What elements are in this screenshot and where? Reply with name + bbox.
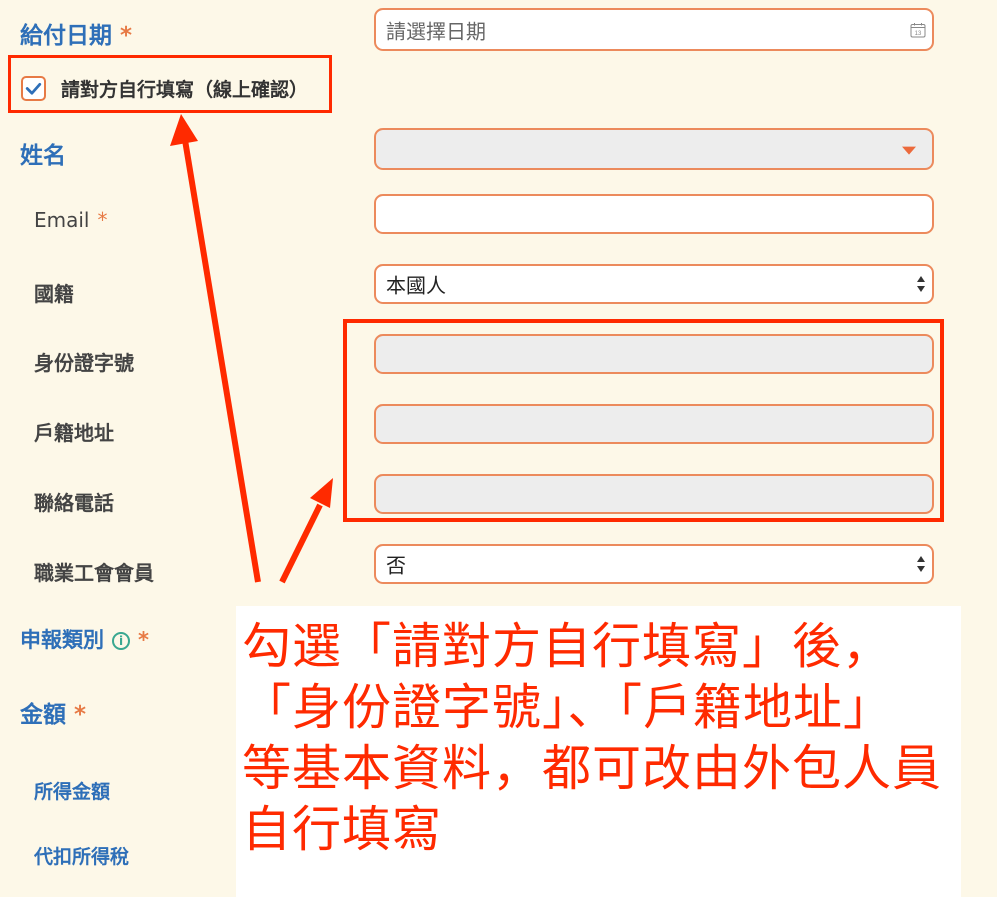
union-member-label: 職業工會會員 [34, 561, 154, 585]
annotation-text: 勾選「請對方自行填寫」後，「身份證字號」、「戶籍地址」等基本資料，都可改由外包人… [242, 618, 943, 858]
union-member-select[interactable]: 否 [374, 544, 934, 584]
select-spinner-icon [917, 556, 925, 572]
dropdown-arrow-icon [902, 146, 916, 155]
id-number-label: 身份證字號 [34, 351, 134, 375]
pay-date-input[interactable]: 請選擇日期 13 [374, 8, 934, 51]
withholding-tax-label: 代扣所得稅 [34, 846, 130, 868]
select-spinner-icon [917, 276, 925, 292]
name-label: 姓名 [20, 143, 66, 169]
email-input[interactable] [374, 194, 934, 234]
arrow-to-checkbox-line [182, 139, 261, 583]
email-label: Email * [34, 208, 108, 232]
address-label: 戶籍地址 [34, 421, 114, 445]
phone-label: 聯絡電話 [34, 491, 114, 515]
amount-label: 金額 * [20, 702, 87, 728]
self-fill-checkbox[interactable] [21, 76, 46, 101]
arrow-to-fields-head [310, 478, 333, 508]
arrow-to-checkbox-head [170, 114, 198, 146]
calendar-day: 13 [915, 31, 922, 37]
nationality-select[interactable]: 本國人 [374, 264, 934, 304]
basic-info-highlight [343, 319, 944, 522]
income-amount-label: 所得金額 [34, 781, 111, 803]
report-type-label: 申報類別 i * [20, 628, 149, 652]
check-icon [25, 82, 42, 95]
arrow-to-fields-line [279, 503, 323, 584]
nationality-value: 本國人 [386, 273, 446, 298]
self-fill-highlight: 請對方自行填寫（線上確認） [8, 55, 332, 113]
union-member-value: 否 [386, 553, 406, 578]
name-select[interactable] [374, 128, 934, 170]
pay-date-label: 給付日期 * [20, 23, 133, 49]
annotation-box: 勾選「請對方自行填寫」後，「身份證字號」、「戶籍地址」等基本資料，都可改由外包人… [236, 606, 961, 897]
nationality-label: 國籍 [34, 282, 74, 306]
calendar-icon[interactable]: 13 [910, 22, 926, 38]
self-fill-label: 請對方自行填寫（線上確認） [61, 79, 309, 101]
pay-date-placeholder: 請選擇日期 [386, 19, 486, 43]
info-icon[interactable]: i [112, 632, 130, 650]
